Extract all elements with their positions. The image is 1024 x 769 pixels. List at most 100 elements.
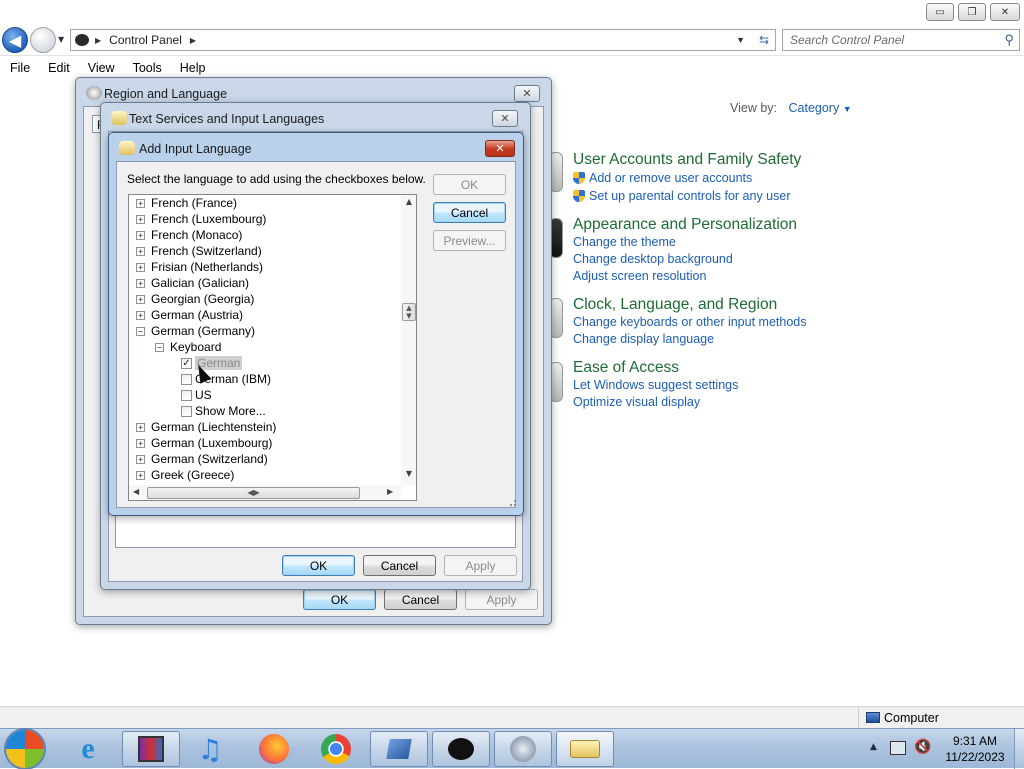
show-hidden-icons-icon[interactable]: ▲: [870, 742, 877, 752]
tree-item-label[interactable]: German (Germany): [151, 324, 255, 338]
tree-item-label[interactable]: German (Austria): [151, 308, 243, 322]
close-button[interactable]: ✕: [485, 140, 515, 157]
expand-icon[interactable]: +: [136, 198, 145, 208]
search-icon[interactable]: ⚲: [1004, 32, 1014, 48]
language-tree[interactable]: + French (France) + French (Luxembourg) + Fre…: [128, 194, 417, 501]
internet-explorer-icon[interactable]: e: [66, 731, 110, 767]
collapse-icon[interactable]: −: [155, 342, 164, 352]
minimize-button[interactable]: ▭: [926, 3, 954, 21]
tree-language-item[interactable]: − German (Germany): [136, 323, 255, 339]
vertical-scrollbar[interactable]: ▲ ▲ ▼ ▼: [401, 195, 416, 485]
cancel-button[interactable]: Cancel: [363, 555, 436, 576]
refresh-icon[interactable]: ⇆: [759, 33, 769, 47]
breadcrumb-chevron-icon[interactable]: ▶: [190, 36, 196, 45]
clock[interactable]: 9:31 AM 11/22/2023: [938, 733, 1012, 765]
category-title[interactable]: Ease of Access: [573, 358, 738, 377]
category-title[interactable]: User Accounts and Family Safety: [573, 150, 801, 169]
keyboard-app-icon[interactable]: [556, 731, 614, 767]
scroll-thumb[interactable]: ▲ ▼: [402, 303, 416, 321]
expand-icon[interactable]: +: [136, 262, 145, 272]
address-bar[interactable]: ▶ Control Panel ▶ ▼ ⇆: [70, 29, 776, 51]
cancel-button[interactable]: Cancel: [433, 202, 506, 223]
expand-icon[interactable]: +: [136, 230, 145, 240]
link-screen-resolution[interactable]: Adjust screen resolution: [573, 268, 797, 285]
winrar-icon[interactable]: [122, 731, 180, 767]
menu-view[interactable]: View: [79, 61, 124, 75]
forward-button[interactable]: [30, 27, 56, 53]
chrome-icon[interactable]: [314, 731, 358, 767]
expand-icon[interactable]: +: [136, 470, 145, 480]
view-by-value[interactable]: Category: [789, 101, 840, 115]
category-title[interactable]: Appearance and Personalization: [573, 215, 797, 234]
tree-keyboard-item[interactable]: German (IBM): [181, 371, 271, 387]
tree-language-item[interactable]: + Galician (Galician): [136, 275, 249, 291]
show-desktop-button[interactable]: [1014, 729, 1024, 769]
scroll-thumb[interactable]: ◀▶: [147, 487, 360, 499]
network-icon[interactable]: [890, 741, 906, 755]
system-app-icon[interactable]: [370, 731, 428, 767]
link-text[interactable]: Set up parental controls for any user: [589, 189, 791, 203]
search-input[interactable]: Search Control Panel: [790, 33, 904, 47]
scroll-left-icon[interactable]: ◀: [133, 487, 139, 496]
tree-language-item[interactable]: + German (Austria): [136, 307, 243, 323]
tree-item-label[interactable]: French (Switzerland): [151, 244, 262, 258]
tree-language-item[interactable]: + French (France): [136, 195, 237, 211]
link-add-remove-users[interactable]: Add or remove user accounts: [573, 170, 801, 187]
tree-item-label[interactable]: German (Luxembourg): [151, 436, 272, 450]
ok-button[interactable]: OK: [303, 589, 376, 610]
link-change-theme[interactable]: Change the theme: [573, 234, 797, 251]
view-by-dropdown[interactable]: Category ▼: [789, 101, 852, 115]
link-display-language[interactable]: Change display language: [573, 331, 806, 348]
ok-button[interactable]: OK: [282, 555, 355, 576]
tree-language-item[interactable]: + French (Monaco): [136, 227, 242, 243]
tree-language-item[interactable]: + German (Liechtenstein): [136, 419, 276, 435]
expand-icon[interactable]: +: [136, 310, 145, 320]
expand-icon[interactable]: +: [136, 422, 145, 432]
expand-icon[interactable]: +: [136, 438, 145, 448]
checkbox[interactable]: [181, 389, 192, 401]
tree-keyboard-group[interactable]: − Keyboard: [155, 339, 221, 355]
collapse-icon[interactable]: −: [136, 326, 145, 336]
tree-item-label[interactable]: Galician (Galician): [151, 276, 249, 290]
expand-icon[interactable]: +: [136, 294, 145, 304]
firefox-icon[interactable]: [252, 731, 296, 767]
itunes-icon[interactable]: ♫: [188, 731, 232, 767]
link-parental-controls[interactable]: Set up parental controls for any user: [573, 188, 801, 205]
tree-language-item[interactable]: + French (Switzerland): [136, 243, 262, 259]
menu-edit[interactable]: Edit: [39, 61, 79, 75]
menu-tools[interactable]: Tools: [124, 61, 171, 75]
scroll-up-icon[interactable]: ▲: [401, 197, 416, 209]
tree-language-item[interactable]: + Frisian (Netherlands): [136, 259, 263, 275]
cancel-button[interactable]: Cancel: [384, 589, 457, 610]
scroll-right-icon[interactable]: ▶: [387, 487, 393, 496]
close-window-button[interactable]: ✕: [990, 3, 1020, 21]
expand-icon[interactable]: +: [136, 278, 145, 288]
link-optimize-visual[interactable]: Optimize visual display: [573, 394, 738, 411]
tree-item-label[interactable]: French (France): [151, 196, 237, 210]
back-button[interactable]: ◀: [2, 27, 28, 53]
tree-item-label[interactable]: French (Monaco): [151, 228, 242, 242]
tree-item-label[interactable]: Georgian (Georgia): [151, 292, 254, 306]
tree-keyboard-item[interactable]: US: [181, 387, 212, 403]
expand-icon[interactable]: +: [136, 454, 145, 464]
expand-icon[interactable]: +: [136, 214, 145, 224]
tree-item-label[interactable]: Greek (Greece): [151, 468, 234, 482]
resize-grip-icon[interactable]: [510, 500, 516, 506]
menu-help[interactable]: Help: [171, 61, 215, 75]
tree-item-label[interactable]: Keyboard: [170, 340, 221, 354]
tree-item-label[interactable]: German (Switzerland): [151, 452, 268, 466]
tree-keyboard-item[interactable]: ✓ German: [181, 355, 243, 371]
tree-item-label[interactable]: French (Luxembourg): [151, 212, 266, 226]
black-app-icon[interactable]: [432, 731, 490, 767]
tree-item-label[interactable]: German (Liechtenstein): [151, 420, 276, 434]
tree-language-item[interactable]: + French (Luxembourg): [136, 211, 266, 227]
link-text[interactable]: Add or remove user accounts: [589, 171, 752, 185]
recent-pages-dropdown[interactable]: ▼: [58, 35, 64, 44]
scroll-down-icon[interactable]: ▼: [401, 469, 416, 481]
tree-language-item[interactable]: + Georgian (Georgia): [136, 291, 254, 307]
start-orb-icon[interactable]: [6, 730, 44, 768]
close-button[interactable]: ✕: [514, 85, 540, 102]
tree-language-item[interactable]: + Greek (Greece): [136, 467, 234, 483]
tree-language-item[interactable]: + German (Switzerland): [136, 451, 268, 467]
menu-file[interactable]: File: [0, 61, 39, 75]
